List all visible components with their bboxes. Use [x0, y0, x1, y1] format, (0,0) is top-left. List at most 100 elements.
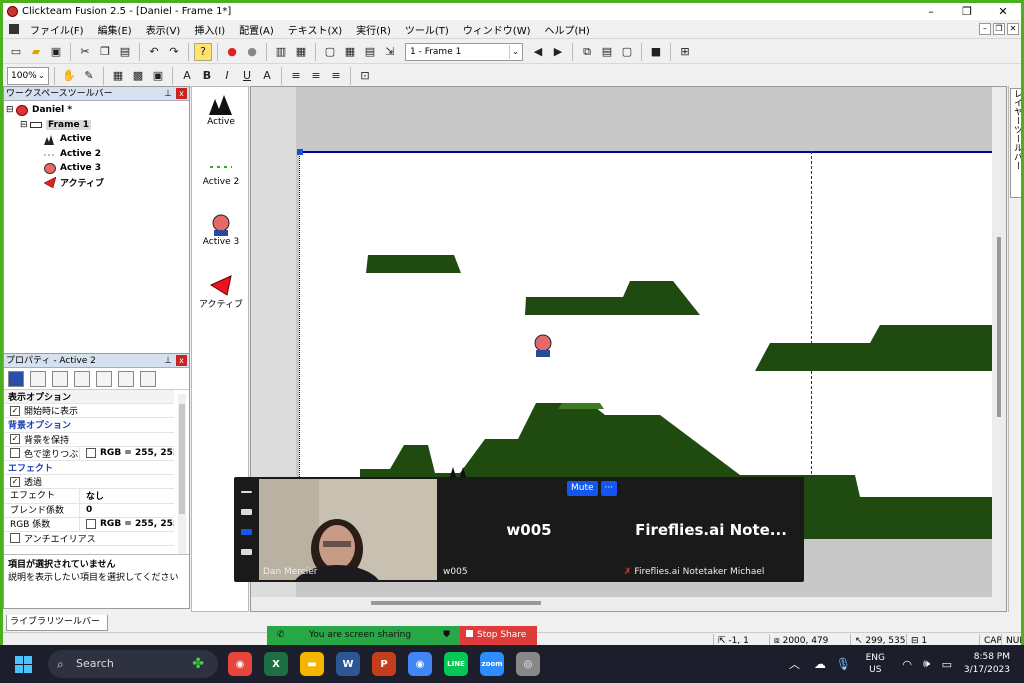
bold-icon[interactable]: B	[198, 67, 216, 85]
menu-view[interactable]: 表示(V)	[139, 22, 188, 37]
participant-tile-fireflies[interactable]: Fireflies.ai Note... ✗ Fireflies.ai Note…	[620, 479, 802, 580]
frame-window-icon[interactable]: ▣	[149, 67, 167, 85]
prop-value[interactable]: なし	[80, 489, 104, 502]
align-center-icon[interactable]: ≡	[307, 67, 325, 85]
mic-icon[interactable]: 🎙︎	[836, 645, 851, 683]
minimize-icon[interactable]	[241, 491, 252, 493]
battery-icon[interactable]: ▭	[942, 645, 952, 683]
snap-icon[interactable]: ▩	[129, 67, 147, 85]
speaker-view-icon[interactable]	[241, 509, 252, 515]
list-icon[interactable]: ▤	[598, 43, 616, 61]
expander-icon[interactable]: ⊟	[6, 105, 16, 115]
mdi-restore-button[interactable]: ❐	[993, 23, 1005, 35]
tree-item-frame[interactable]: ⊟ Frame 1	[6, 118, 189, 133]
object-item-active-jp[interactable]: アクティブ	[192, 273, 250, 310]
powerpoint-icon[interactable]: P	[372, 652, 396, 676]
chrome-profile-icon[interactable]: ◉	[408, 652, 432, 676]
underline-icon[interactable]: U	[238, 67, 256, 85]
prop-antialias[interactable]: アンチエイリアス	[4, 532, 174, 547]
object-item-active-2[interactable]: Active 2	[192, 153, 250, 187]
font-icon[interactable]: A	[178, 67, 196, 85]
frame-handle[interactable]	[297, 149, 303, 155]
prop-value[interactable]: RGB = 255, 255	[80, 448, 174, 459]
checkbox[interactable]: ✓	[10, 434, 20, 445]
align-icon[interactable]: ⧉	[578, 43, 596, 61]
scroll-thumb[interactable]	[179, 404, 185, 514]
language-indicator[interactable]: ENG US	[866, 645, 885, 683]
explorer-icon[interactable]: ▬	[300, 652, 324, 676]
strip-view-icon[interactable]	[241, 529, 252, 535]
hand-icon[interactable]: ✋	[60, 67, 78, 85]
prop-rgb-coef[interactable]: RGB 係数 RGB = 255, 255	[4, 517, 174, 532]
wifi-icon[interactable]: ◠	[902, 645, 912, 683]
menu-tools[interactable]: ツール(T)	[398, 22, 456, 37]
gallery-view-icon[interactable]	[241, 549, 252, 555]
prop-save-background[interactable]: ✓ 背景を保持	[4, 433, 174, 447]
mdi-minimize-button[interactable]: –	[979, 23, 991, 35]
pin-icon[interactable]: ⊥	[164, 354, 172, 368]
expander-icon[interactable]: ⊟	[20, 120, 30, 130]
chrome-icon[interactable]: ◉	[228, 652, 252, 676]
prop-value[interactable]: 0	[80, 505, 92, 515]
new-icon[interactable]: ▭	[7, 43, 25, 61]
prop-effect[interactable]: エフェクト なし	[4, 489, 174, 504]
text-color-icon[interactable]: A	[258, 67, 276, 85]
menu-edit[interactable]: 編集(E)	[91, 22, 139, 37]
clock[interactable]: 8:58 PM 3/17/2023	[964, 645, 1010, 683]
scroll-thumb[interactable]	[997, 237, 1001, 417]
library-toolbar-tab[interactable]: ライブラリツールバー	[6, 615, 108, 631]
tab-display-icon[interactable]	[8, 370, 24, 387]
horizontal-scrollbar[interactable]	[251, 597, 993, 611]
object-item-active-3[interactable]: Active 3	[192, 213, 250, 247]
tab-about-icon[interactable]	[118, 370, 134, 387]
tree-item-active-3[interactable]: Active 3	[6, 161, 189, 176]
tree-item-app[interactable]: ⊟ Daniel *	[6, 103, 189, 118]
checkbox[interactable]	[10, 448, 20, 459]
next-frame-icon[interactable]: ▶	[549, 43, 567, 61]
menu-window[interactable]: ウィンドウ(W)	[456, 22, 538, 37]
checkbox[interactable]: ✓	[10, 476, 20, 487]
scroll-thumb[interactable]	[371, 601, 541, 605]
menu-text[interactable]: テキスト(X)	[281, 22, 349, 37]
document-icon[interactable]	[9, 24, 19, 34]
line-icon[interactable]: LINE	[444, 652, 468, 676]
menu-arrange[interactable]: 配置(A)	[232, 22, 281, 37]
menu-insert[interactable]: 挿入(I)	[187, 22, 232, 37]
italic-icon[interactable]: I	[218, 67, 236, 85]
grid-icon[interactable]: ▦	[109, 67, 127, 85]
fusion-icon[interactable]: ◎	[516, 652, 540, 676]
close-button[interactable]: ✕	[985, 3, 1021, 20]
zoom-icon[interactable]: zoom	[480, 652, 504, 676]
close-icon[interactable]: x	[176, 88, 187, 99]
frame-select[interactable]: 1 - Frame 1 ⌄	[405, 42, 523, 61]
event-list-icon[interactable]: ▦	[341, 43, 359, 61]
windows-start-icon[interactable]	[15, 656, 32, 673]
event-editor-icon[interactable]: ▦	[292, 43, 310, 61]
copy-icon[interactable]: ❐	[96, 43, 114, 61]
storyboard-icon[interactable]: ▥	[272, 43, 290, 61]
mute-button[interactable]: Mute	[567, 481, 598, 496]
mdi-close-button[interactable]: ✕	[1007, 23, 1019, 35]
checkbox[interactable]: ✓	[10, 405, 20, 416]
taskbar-search[interactable]: ⌕ Search ✤	[48, 650, 218, 678]
fit-icon[interactable]: ⊡	[356, 67, 374, 85]
tree-item-active[interactable]: Active	[6, 132, 189, 147]
lasso-icon[interactable]: ✎	[80, 67, 98, 85]
vertical-scrollbar[interactable]	[992, 87, 1006, 611]
object-item-active[interactable]: Active	[192, 93, 250, 127]
build-icon[interactable]: ⊞	[676, 43, 694, 61]
menu-run[interactable]: 実行(R)	[349, 22, 398, 37]
word-icon[interactable]: W	[336, 652, 360, 676]
checkbox[interactable]	[86, 448, 96, 459]
tab-events-icon[interactable]	[96, 370, 112, 387]
tab-runtime-icon[interactable]	[52, 370, 68, 387]
tab-values-icon[interactable]	[74, 370, 90, 387]
excel-icon[interactable]: X	[264, 652, 288, 676]
checkbox[interactable]	[86, 519, 96, 530]
prev-frame-icon[interactable]: ◀	[529, 43, 547, 61]
layer-toolbar-tab[interactable]: レイヤーツールバー	[1010, 88, 1021, 198]
more-button[interactable]: ···	[600, 481, 618, 496]
tab-movement-icon[interactable]	[30, 370, 46, 387]
run-icon[interactable]: ●	[223, 43, 241, 61]
tree-item-active-jp[interactable]: アクティブ	[6, 176, 189, 191]
